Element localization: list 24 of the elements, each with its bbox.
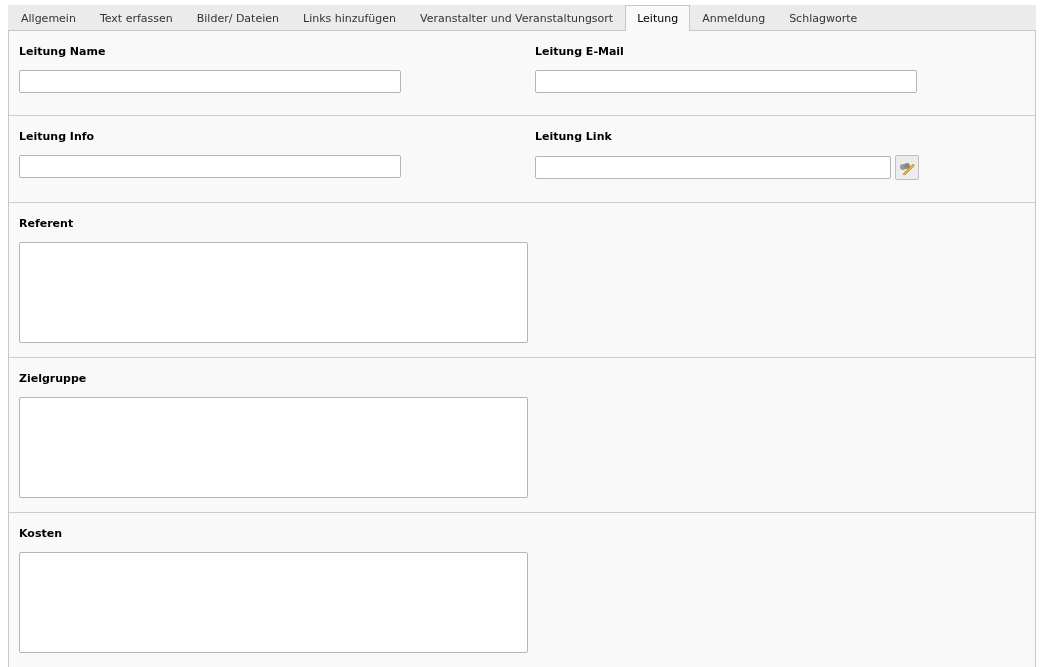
- tab[interactable]: Schlagworte: [777, 5, 870, 30]
- tab[interactable]: Leitung: [625, 5, 691, 31]
- tab[interactable]: Text erfassen: [87, 5, 185, 30]
- text-area[interactable]: [19, 397, 528, 498]
- tab[interactable]: Allgemein: [9, 5, 88, 30]
- tab[interactable]: Veranstalter und Veranstaltungsort: [408, 5, 626, 30]
- text-area[interactable]: [19, 242, 528, 343]
- field-label: Leitung E-Mail: [535, 45, 625, 58]
- link-field[interactable]: [535, 156, 891, 179]
- tab[interactable]: Links hinzufügen: [291, 5, 409, 30]
- pencil-icon: [899, 160, 915, 175]
- field-label: Leitung Info: [19, 130, 96, 143]
- field-label: Kosten: [19, 527, 63, 540]
- field-label: Leitung Link: [535, 130, 613, 143]
- link-wizard-button[interactable]: [895, 155, 919, 180]
- tab[interactable]: Bilder/ Dateien: [184, 5, 291, 30]
- text-field[interactable]: [535, 70, 917, 93]
- text-field[interactable]: [19, 70, 401, 93]
- tab[interactable]: Anmeldung: [690, 5, 778, 30]
- text-field[interactable]: [19, 155, 401, 178]
- text-area[interactable]: [19, 552, 528, 653]
- field-label: Leitung Name: [19, 45, 107, 58]
- field-label: Referent: [19, 217, 75, 230]
- field-label: Zielgruppe: [19, 372, 88, 385]
